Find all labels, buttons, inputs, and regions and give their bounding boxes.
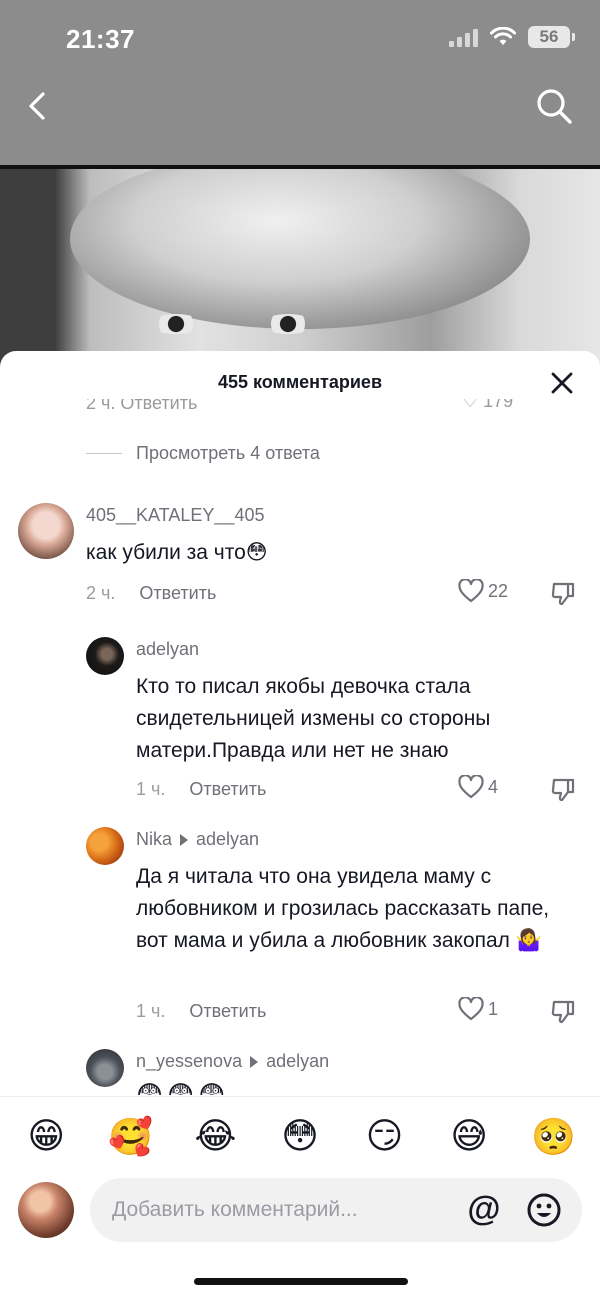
clipped-likes: ♡ 179 bbox=[462, 399, 514, 411]
like-count: 1 bbox=[488, 998, 499, 1019]
username-text: 405__KATALEY__405 bbox=[86, 505, 265, 525]
clipped-comment-actions: 2 ч. Ответить ♡ 179 bbox=[0, 399, 600, 419]
emoji-button[interactable]: 😳 bbox=[272, 1116, 328, 1157]
comment-reply-item: Nika adelyan Да я читала что она увидела… bbox=[0, 827, 600, 1027]
battery-indicator: 56 bbox=[528, 26, 575, 48]
username-text: adelyan bbox=[136, 639, 200, 659]
emoji-button[interactable]: 😏 bbox=[357, 1116, 413, 1157]
comment-item: 405__KATALEY__405 как убили за что😳 2 ч.… bbox=[0, 503, 600, 613]
signal-icon bbox=[449, 27, 478, 47]
comment-username[interactable]: adelyan bbox=[136, 639, 199, 660]
heart-icon bbox=[458, 997, 484, 1021]
like-button[interactable]: 4 bbox=[458, 775, 498, 799]
search-icon[interactable] bbox=[534, 86, 574, 126]
back-button[interactable] bbox=[20, 86, 54, 126]
heart-icon bbox=[458, 775, 484, 799]
video-overlay-top: 21:37 56 bbox=[0, 0, 600, 165]
comment-text: Да я читала что она увидела маму с любов… bbox=[136, 865, 550, 952]
comment-time: 1 ч. bbox=[136, 779, 166, 799]
comment-meta: 1 ч. Ответить bbox=[136, 1001, 266, 1022]
emoji-button[interactable]: 😂 bbox=[187, 1116, 243, 1157]
heart-icon bbox=[458, 579, 484, 603]
current-user-avatar[interactable] bbox=[18, 1182, 74, 1238]
comments-count-title: 455 комментариев bbox=[217, 371, 383, 392]
comment-username[interactable]: n_yessenova adelyan bbox=[136, 1051, 329, 1072]
reply-arrow-icon bbox=[180, 833, 189, 846]
avatar[interactable] bbox=[18, 503, 74, 559]
username-text: n_yessenova bbox=[136, 1051, 243, 1071]
video-detail bbox=[262, 314, 314, 334]
comment-username[interactable]: Nika adelyan bbox=[136, 829, 259, 850]
username-text: Nika bbox=[136, 829, 173, 849]
avatar[interactable] bbox=[86, 637, 124, 675]
comment-text: как убили за что😳 bbox=[86, 541, 268, 564]
comment-composer: @ bbox=[0, 1176, 600, 1256]
comment-input-container[interactable]: @ bbox=[90, 1178, 582, 1242]
emoji-quick-bar: 😁 🥰 😂 😳 😏 😅 🥺 bbox=[0, 1096, 600, 1176]
emoji-button[interactable]: 😅 bbox=[441, 1116, 497, 1157]
like-count: 22 bbox=[488, 580, 509, 601]
view-replies-button[interactable]: Просмотреть 4 ответа bbox=[86, 443, 320, 464]
status-time: 21:37 bbox=[66, 24, 135, 54]
avatar[interactable] bbox=[86, 827, 124, 865]
like-button[interactable]: 22 bbox=[458, 579, 508, 603]
comment-reply-item: adelyan Кто то писал якобы девочка стала… bbox=[0, 637, 600, 807]
comment-text: 😨😨😨 bbox=[136, 1080, 230, 1095]
wifi-icon bbox=[490, 27, 516, 45]
like-button[interactable]: 1 bbox=[458, 997, 498, 1021]
home-indicator bbox=[194, 1278, 408, 1285]
dislike-icon[interactable] bbox=[550, 777, 576, 803]
comment-time: 1 ч. bbox=[136, 1001, 166, 1021]
comment-username[interactable]: 405__KATALEY__405 bbox=[86, 505, 264, 526]
reply-to-username[interactable]: adelyan bbox=[196, 829, 259, 850]
clipped-meta: 2 ч. Ответить bbox=[86, 399, 198, 413]
comment-meta: 2 ч. Ответить bbox=[86, 583, 216, 604]
video-detail bbox=[150, 314, 202, 334]
emoji-button[interactable]: 😁 bbox=[18, 1116, 74, 1157]
reply-button[interactable]: Ответить bbox=[189, 779, 266, 800]
view-replies-label: Просмотреть 4 ответа bbox=[136, 443, 320, 463]
avatar[interactable] bbox=[86, 1049, 124, 1087]
emoji-picker-icon[interactable] bbox=[526, 1192, 562, 1228]
comment-input[interactable] bbox=[112, 1178, 452, 1242]
reply-button[interactable]: Ответить bbox=[189, 1001, 266, 1022]
reply-button[interactable]: Ответить bbox=[139, 583, 216, 604]
divider bbox=[86, 453, 122, 454]
video-figure bbox=[70, 169, 530, 329]
dislike-icon[interactable] bbox=[550, 581, 576, 607]
emoji-button[interactable]: 🥰 bbox=[103, 1116, 159, 1158]
emoji-button[interactable]: 🥺 bbox=[526, 1116, 582, 1158]
close-icon[interactable] bbox=[548, 369, 576, 397]
comment-text: Кто то писал якобы девочка стала свидете… bbox=[136, 675, 491, 762]
comment-time: 2 ч. bbox=[86, 583, 116, 603]
reply-arrow-icon bbox=[250, 1055, 259, 1068]
status-icons: 56 bbox=[449, 26, 575, 48]
comment-reply-item: n_yessenova adelyan 😨😨😨 bbox=[0, 1049, 600, 1095]
like-count: 4 bbox=[488, 776, 499, 797]
reply-to-username[interactable]: adelyan bbox=[266, 1051, 329, 1072]
chevron-left-icon bbox=[29, 92, 45, 120]
comment-meta: 1 ч. Ответить bbox=[136, 779, 266, 800]
dislike-icon[interactable] bbox=[550, 999, 576, 1025]
video-frame bbox=[0, 169, 600, 369]
mention-button[interactable]: @ bbox=[466, 1192, 502, 1228]
